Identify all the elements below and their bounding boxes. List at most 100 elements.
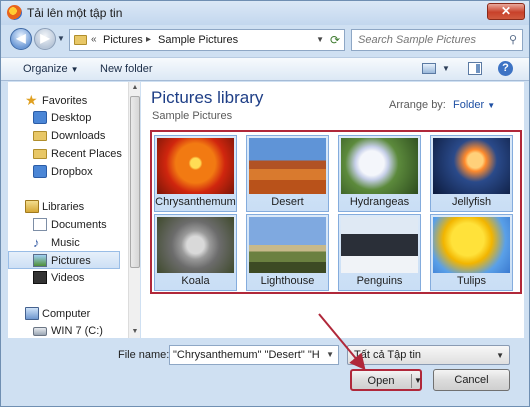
navigation-scrollbar[interactable]: ▲ ▼: [128, 82, 140, 338]
sidebar-item-dropbox[interactable]: Dropbox: [8, 163, 120, 181]
chevron-down-icon: ▼: [487, 101, 496, 110]
selected-files-highlight: Chrysanthemum Desert Hydrangeas Jellyfis…: [150, 130, 522, 294]
open-button-label: Open: [367, 375, 395, 387]
sidebar-item-desktop[interactable]: Desktop: [8, 109, 120, 127]
desert-thumbnail: [249, 138, 326, 194]
scroll-down-icon[interactable]: ▼: [130, 326, 140, 338]
open-button[interactable]: Open ▼: [350, 369, 422, 391]
file-name: Desert: [271, 196, 304, 208]
view-options-dropdown-icon[interactable]: ▼: [442, 64, 450, 73]
dropbox-icon: [33, 165, 47, 178]
sidebar-item-label: Pictures: [51, 255, 91, 267]
forward-button[interactable]: ▶: [34, 28, 56, 50]
chrysanthemum-thumbnail: [157, 138, 234, 194]
breadcrumb-chevron-icon[interactable]: ▸: [146, 34, 151, 45]
sidebar-item-pictures[interactable]: Pictures: [8, 251, 120, 269]
sidebar-item-label: Downloads: [51, 130, 106, 142]
sidebar-item-label: Computer: [42, 308, 91, 320]
star-icon: ★: [25, 92, 38, 108]
file-tile-tulips[interactable]: Tulips: [430, 214, 513, 291]
sidebar-item-downloads[interactable]: Downloads: [8, 127, 120, 145]
scrollbar-thumb[interactable]: [130, 96, 140, 268]
pictures-icon: [33, 254, 47, 267]
command-bar: Organize ▼ New folder ▼ ?: [1, 57, 529, 81]
sidebar-item-label: Videos: [51, 272, 85, 284]
open-options-dropdown-icon[interactable]: ▼: [414, 371, 422, 391]
hydrangeas-thumbnail: [341, 138, 418, 194]
search-icon[interactable]: ⚲: [509, 33, 517, 46]
breadcrumb-pictures[interactable]: Pictures: [103, 34, 143, 46]
address-bar[interactable]: « Pictures ▸ Sample Pictures ▼ ⟳: [69, 29, 345, 51]
file-tile-koala[interactable]: Koala: [154, 214, 237, 291]
sidebar-item-label: Libraries: [42, 201, 85, 213]
file-tile-lighthouse[interactable]: Lighthouse: [246, 214, 329, 291]
library-subtitle: Sample Pictures: [152, 110, 233, 122]
documents-icon: [33, 218, 47, 231]
firefox-icon: [7, 5, 22, 20]
sidebar-item-recent-places[interactable]: Recent Places: [8, 145, 122, 163]
refresh-icon[interactable]: ⟳: [330, 33, 340, 47]
search-box[interactable]: ⚲: [351, 29, 523, 51]
file-dialog-window: Tải lên một tập tin ✕ ◀ ▶ ▼ « Pictures ▸…: [0, 0, 530, 407]
videos-icon: [33, 271, 47, 284]
file-tile-chrysanthemum[interactable]: Chrysanthemum: [154, 135, 237, 212]
sidebar-item-videos[interactable]: Videos: [8, 269, 120, 287]
file-name: Chrysanthemum: [155, 196, 236, 208]
content-pane: Pictures library Sample Pictures Arrange…: [141, 82, 524, 338]
recent-pages-dropdown-icon[interactable]: ▼: [57, 34, 65, 43]
file-name-combobox[interactable]: ▼: [169, 345, 339, 365]
organize-button[interactable]: Organize ▼: [23, 63, 79, 75]
close-button[interactable]: ✕: [487, 3, 525, 20]
sidebar-item-label: Dropbox: [51, 166, 93, 178]
new-folder-button[interactable]: New folder: [100, 63, 153, 75]
sidebar-item-music[interactable]: ♪ Music: [8, 234, 120, 252]
folder-icon: [74, 35, 87, 45]
file-type-dropdown-icon: ▼: [496, 351, 504, 360]
address-dropdown-icon[interactable]: ▼: [316, 35, 324, 44]
change-view-icon[interactable]: [422, 63, 436, 74]
music-icon: ♪: [33, 235, 40, 250]
library-title: Pictures library: [151, 88, 264, 107]
file-name: Jellyfish: [451, 196, 492, 208]
help-icon[interactable]: ?: [498, 61, 513, 76]
tulips-thumbnail: [433, 217, 510, 273]
arrange-by-dropdown[interactable]: Folder ▼: [453, 99, 495, 111]
breadcrumb-sample-pictures[interactable]: Sample Pictures: [158, 34, 238, 46]
breadcrumb-overflow[interactable]: «: [91, 34, 97, 45]
back-button[interactable]: ◀: [10, 28, 32, 50]
file-tile-penguins[interactable]: Penguins: [338, 214, 421, 291]
arrange-by-value: Folder: [453, 99, 485, 111]
sidebar-item-label: Desktop: [51, 112, 92, 124]
window-title: Tải lên một tập tin: [27, 6, 123, 20]
file-name-input[interactable]: [173, 347, 319, 363]
file-tile-hydrangeas[interactable]: Hydrangeas: [338, 135, 421, 212]
file-tile-jellyfish[interactable]: Jellyfish: [430, 135, 513, 212]
computer-icon: [25, 307, 39, 320]
scroll-up-icon[interactable]: ▲: [130, 82, 140, 94]
cancel-button[interactable]: Cancel: [433, 369, 510, 391]
file-name-dropdown-icon[interactable]: ▼: [326, 350, 334, 359]
chevron-down-icon: ▼: [70, 65, 79, 74]
sidebar-item-label: Documents: [51, 219, 107, 231]
file-name: Koala: [181, 275, 210, 287]
drive-icon: [33, 327, 47, 336]
recent-places-icon: [33, 149, 47, 159]
organize-label: Organize: [23, 63, 68, 75]
sidebar-item-documents[interactable]: Documents: [8, 216, 120, 234]
file-type-filter[interactable]: Tất cả Tập tin ▼: [347, 345, 510, 365]
arrange-by-label: Arrange by:: [389, 99, 446, 111]
title-bar: Tải lên một tập tin ✕: [1, 1, 529, 25]
file-tile-desert[interactable]: Desert: [246, 135, 329, 212]
sidebar-item-favorites[interactable]: ★ Favorites: [8, 92, 120, 110]
downloads-folder-icon: [33, 131, 47, 141]
sidebar-item-win7-drive[interactable]: WIN 7 (C:): [8, 322, 120, 340]
preview-pane-icon[interactable]: [468, 62, 482, 75]
file-name: Hydrangeas: [349, 196, 410, 208]
libraries-icon: [25, 200, 39, 213]
search-input[interactable]: [358, 31, 508, 49]
penguins-thumbnail: [341, 217, 418, 273]
file-name: Lighthouse: [260, 275, 315, 287]
sidebar-item-libraries[interactable]: Libraries: [8, 198, 120, 216]
sidebar-item-computer[interactable]: Computer: [8, 305, 120, 323]
sidebar-item-label: Recent Places: [51, 148, 122, 160]
